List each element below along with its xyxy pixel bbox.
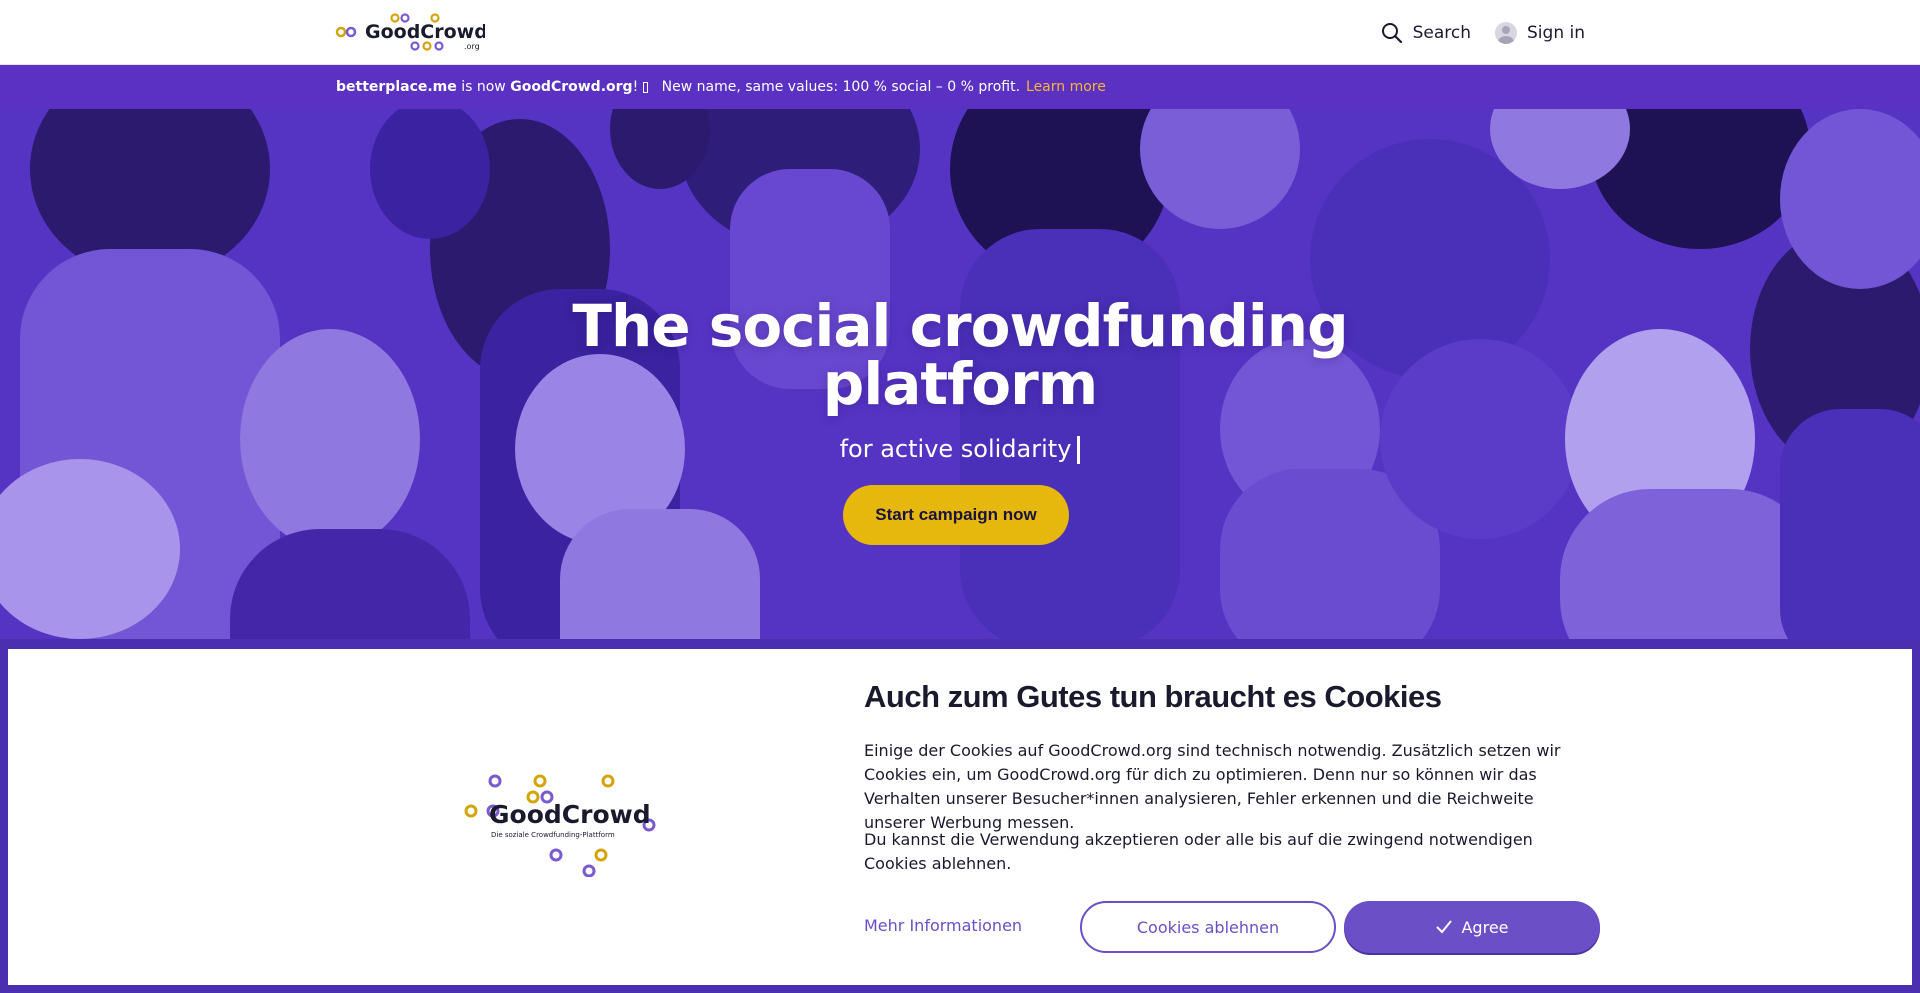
agree-button[interactable]: Agree [1344, 901, 1600, 953]
hero-section: The social crowdfunding platform for act… [0, 109, 1920, 642]
agree-label: Agree [1461, 917, 1509, 937]
more-information-link[interactable]: Mehr Informationen [864, 916, 1022, 935]
new-brand-name: GoodCrowd.org [510, 79, 633, 95]
site-header: GoodCrowd .org Search Sign in [0, 0, 1920, 65]
cookie-choice-text: Du kannst die Verwendung akzeptieren ode… [864, 830, 1533, 873]
missing-emoji-glyph [642, 81, 648, 93]
cookie-description: Einige der Cookies auf GoodCrowd.org sin… [864, 741, 1561, 832]
user-avatar-icon [1495, 21, 1518, 44]
announcement-bar: betterplace.me is now GoodCrowd.org ! Ne… [0, 65, 1920, 109]
sign-in-label: Sign in [1527, 22, 1585, 43]
search-label: Search [1412, 22, 1472, 43]
svg-text:GoodCrowd: GoodCrowd [489, 800, 651, 829]
cookie-title: Auch zum Gutes tun braucht es Cookies [864, 679, 1442, 714]
search-button[interactable]: Search [1381, 22, 1471, 44]
start-campaign-button[interactable]: Start campaign now [843, 485, 1069, 545]
hero-subtitle-text: for active solidarity [839, 435, 1072, 463]
svg-text:Die soziale Crowdfunding-Platt: Die soziale Crowdfunding-Plattform [491, 831, 615, 839]
svg-text:GoodCrowd: GoodCrowd [365, 21, 485, 43]
decline-cookies-button[interactable]: Cookies ablehnen [1080, 901, 1336, 953]
cookie-consent-panel: GoodCrowd Die soziale Crowdfunding-Platt… [8, 649, 1912, 985]
checkmark-icon [1435, 919, 1453, 935]
svg-text:.org: .org [464, 42, 480, 51]
announcement-exclaim: ! [632, 79, 643, 95]
old-brand-name: betterplace.me [336, 79, 457, 95]
goodcrowd-logo[interactable]: GoodCrowd .org [335, 13, 485, 51]
hero-title: The social crowdfunding platform [572, 292, 1348, 418]
hero-subtitle: for active solidarity [660, 435, 1260, 464]
search-icon [1381, 22, 1403, 44]
announcement-connector: is now [456, 79, 511, 95]
announcement-message: New name, same values: 100 % social – 0 … [661, 79, 1021, 95]
typing-caret [1077, 436, 1081, 464]
goodcrowd-tagline-logo: GoodCrowd Die soziale Crowdfunding-Platt… [464, 774, 656, 877]
learn-more-link[interactable]: Learn more [1026, 79, 1106, 95]
sign-in-button[interactable]: Sign in [1495, 21, 1585, 44]
